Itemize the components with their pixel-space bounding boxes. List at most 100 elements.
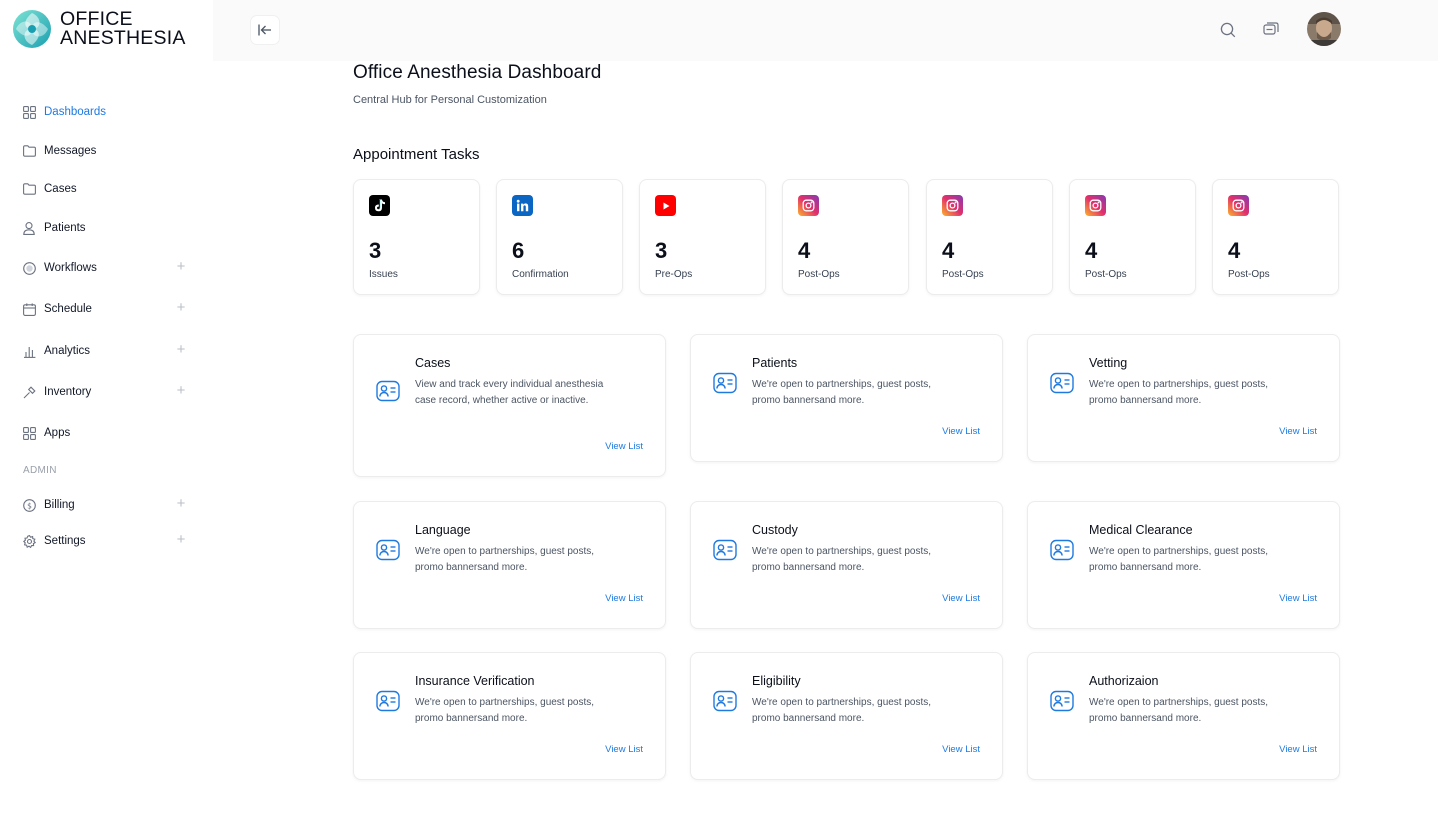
task-card-issues[interactable]: 3 Issues	[353, 179, 480, 295]
feature-description: We're open to partnerships, guest posts,…	[752, 546, 932, 573]
sidebar-item-label: Dashboards	[44, 106, 107, 118]
expand-plus-icon[interactable]: +	[174, 300, 188, 315]
task-card-post-ops[interactable]: 4 Post-Ops	[1212, 179, 1339, 295]
user-icon	[22, 221, 36, 235]
feature-card-language: Language We're open to partnerships, gue…	[353, 501, 666, 629]
dollar-icon: $	[22, 498, 36, 512]
instagram-icon	[1228, 195, 1249, 216]
view-list-link[interactable]: View List	[942, 593, 980, 604]
view-list-link[interactable]: View List	[605, 593, 643, 604]
view-list-link[interactable]: View List	[605, 744, 643, 755]
feature-title: Authorizaion	[1089, 674, 1159, 688]
sidebar-item-settings[interactable]: Settings +	[22, 529, 192, 553]
feature-card-cases: Cases View and track every individual an…	[353, 334, 666, 477]
dashboard-grid-icon	[22, 105, 36, 119]
feature-title: Custody	[752, 523, 798, 537]
feature-title: Cases	[415, 356, 451, 370]
view-list-link[interactable]: View List	[1279, 426, 1317, 437]
feature-description: We're open to partnerships, guest posts,…	[752, 379, 932, 406]
feature-title: Vetting	[1089, 356, 1128, 370]
expand-plus-icon[interactable]: +	[174, 383, 188, 398]
admin-section-label: ADMIN	[23, 465, 57, 476]
sidebar-item-schedule[interactable]: Schedule +	[22, 297, 192, 321]
task-card-post-ops[interactable]: 4 Post-Ops	[782, 179, 909, 295]
brand-name: OFFICE ANESTHESIA	[60, 9, 186, 48]
feature-title: Language	[415, 523, 471, 537]
sidebar-item-label: Schedule	[44, 303, 92, 315]
sidebar-item-dashboards[interactable]: Dashboards	[22, 100, 192, 124]
sidebar-item-label: Messages	[44, 145, 97, 157]
content: Office Anesthesia Dashboard Central Hub …	[213, 61, 1438, 824]
feature-card-patients: Patients We're open to partnerships, gue…	[690, 334, 1003, 462]
sidebar-item-billing[interactable]: $ Billing +	[22, 493, 192, 517]
feature-card-vetting: Vetting We're open to partnerships, gues…	[1027, 334, 1340, 462]
feature-description: View and track every individual anesthes…	[415, 379, 604, 406]
logo-swirl-icon	[13, 10, 51, 48]
contact-card-icon	[1050, 690, 1074, 712]
task-card-post-ops[interactable]: 4 Post-Ops	[1069, 179, 1196, 295]
sidebar-item-inventory[interactable]: Inventory +	[22, 380, 192, 404]
workflow-icon	[22, 261, 36, 275]
task-count: 4	[798, 238, 811, 263]
instagram-icon	[1085, 195, 1106, 216]
search-icon	[1220, 22, 1236, 38]
search-button[interactable]	[1217, 19, 1239, 41]
feature-card-eligibility: Eligibility We're open to partnerships, …	[690, 652, 1003, 780]
contact-card-icon	[376, 690, 400, 712]
sidebar-item-label: Billing	[44, 499, 75, 511]
sidebar-item-cases[interactable]: Cases	[22, 177, 192, 201]
view-list-link[interactable]: View List	[605, 441, 643, 452]
apps-grid-icon	[22, 426, 36, 440]
expand-plus-icon[interactable]: +	[174, 259, 188, 274]
feature-title: Eligibility	[752, 674, 801, 688]
chat-icon	[1263, 22, 1279, 35]
sidebar-item-workflows[interactable]: Workflows +	[22, 256, 192, 280]
sidebar-item-label: Apps	[44, 427, 71, 439]
instagram-icon	[798, 195, 819, 216]
sidebar-item-patients[interactable]: Patients	[22, 216, 192, 240]
sidebar-item-messages[interactable]: Messages	[22, 139, 192, 163]
chat-button[interactable]	[1260, 19, 1282, 41]
view-list-link[interactable]: View List	[1279, 744, 1317, 755]
view-list-link[interactable]: View List	[1279, 593, 1317, 604]
feature-description: We're open to partnerships, guest posts,…	[1089, 546, 1269, 573]
contact-card-icon	[713, 690, 737, 712]
tool-icon	[22, 385, 36, 399]
view-list-link[interactable]: View List	[942, 426, 980, 437]
feature-card-medical-clearance: Medical Clearance We're open to partners…	[1027, 501, 1340, 629]
sidebar-item-apps[interactable]: Apps	[22, 421, 192, 445]
brand-logo[interactable]: OFFICE ANESTHESIA	[12, 9, 186, 49]
feature-description: We're open to partnerships, guest posts,…	[415, 697, 595, 724]
sidebar-item-label: Cases	[44, 183, 77, 195]
sidebar-item-label: Workflows	[44, 262, 97, 274]
contact-card-icon	[713, 372, 737, 394]
feature-description: We're open to partnerships, guest posts,…	[415, 546, 595, 573]
appointment-tasks-title: Appointment Tasks	[353, 146, 480, 163]
feature-title: Medical Clearance	[1089, 523, 1193, 537]
feature-description: We're open to partnerships, guest posts,…	[1089, 379, 1269, 406]
svg-text:$: $	[27, 501, 32, 510]
expand-plus-icon[interactable]: +	[174, 532, 188, 547]
collapse-left-icon	[258, 24, 271, 36]
task-count: 6	[512, 238, 525, 263]
folder-icon	[22, 182, 36, 196]
expand-plus-icon[interactable]: +	[174, 342, 188, 357]
contact-card-icon	[376, 539, 400, 561]
sidebar-item-analytics[interactable]: Analytics +	[22, 339, 192, 363]
task-label: Post-Ops	[1085, 269, 1127, 280]
page-subtitle: Central Hub for Personal Customization	[353, 94, 547, 106]
task-card-post-ops[interactable]: 4 Post-Ops	[926, 179, 1053, 295]
task-card-confirmation[interactable]: 6 Confirmation	[496, 179, 623, 295]
topbar	[213, 0, 1438, 61]
task-count: 4	[942, 238, 955, 263]
main-area: Office Anesthesia Dashboard Central Hub …	[213, 0, 1438, 824]
task-card-pre-ops[interactable]: 3 Pre-Ops	[639, 179, 766, 295]
contact-card-icon	[1050, 539, 1074, 561]
expand-plus-icon[interactable]: +	[174, 496, 188, 511]
view-list-link[interactable]: View List	[942, 744, 980, 755]
feature-description: We're open to partnerships, guest posts,…	[752, 697, 932, 724]
user-avatar[interactable]	[1307, 12, 1341, 46]
collapse-sidebar-button[interactable]	[251, 16, 279, 44]
task-count: 4	[1085, 238, 1098, 263]
calendar-icon	[22, 302, 36, 316]
